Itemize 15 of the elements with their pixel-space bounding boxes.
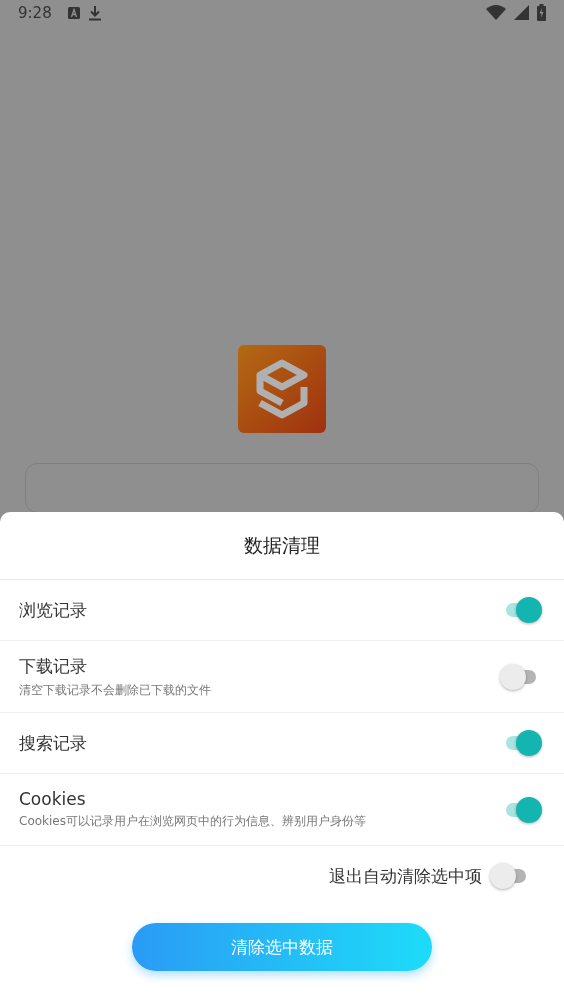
keyboard-icon: [67, 6, 80, 19]
signal-icon: [514, 5, 529, 21]
option-description: Cookies可以记录用户在浏览网页中的行为信息、辨别用户身份等: [19, 813, 367, 830]
dialog-title: 数据清理: [0, 512, 564, 580]
option-label: 搜索记录: [19, 731, 88, 755]
download-icon: [87, 4, 102, 21]
option-label: Cookies: [19, 789, 87, 809]
clear-button[interactable]: 清除选中数据: [132, 923, 432, 971]
option-description: 清空下载记录不会删除已下载的文件: [19, 681, 212, 699]
option-label: 退出自动清除选中项: [329, 864, 482, 888]
wifi-icon: [486, 5, 506, 21]
battery-icon: [537, 4, 546, 22]
option-label: 下载记录: [19, 654, 88, 678]
status-time: 9:28: [18, 3, 52, 22]
option-label: 浏览记录: [19, 598, 88, 622]
